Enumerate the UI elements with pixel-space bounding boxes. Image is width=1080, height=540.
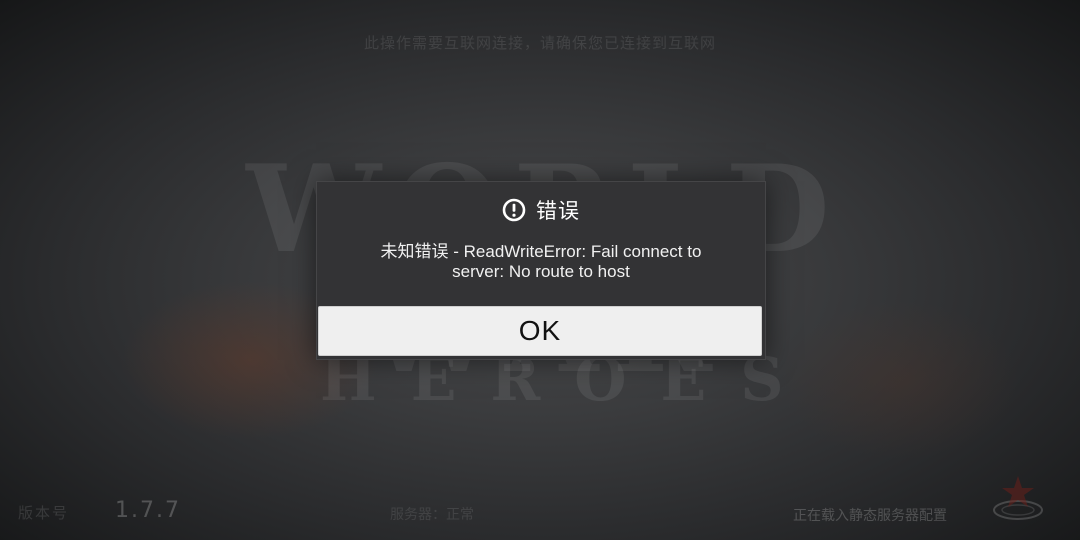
dialog-title: 错误 (536, 199, 580, 223)
loading-status-text: 正在载入静态服务器配置 (793, 508, 947, 524)
exclamation-circle-icon (502, 198, 526, 222)
connection-notice: 此操作需要互联网连接，请确保您已连接到互联网 (363, 34, 716, 52)
dialog-message-line2: server: No route to host (452, 262, 630, 281)
dialog-message: 未知错误 - ReadWriteError: Fail connect to s… (337, 242, 745, 282)
loading-emblem-icon (993, 476, 1043, 520)
error-dialog: 错误 未知错误 - ReadWriteError: Fail connect t… (316, 181, 766, 360)
server-status-text: 服务器：正常 (390, 507, 474, 523)
version-number: 1.7.7 (115, 498, 181, 523)
dialog-header: 错误 (317, 190, 765, 230)
dialog-message-line1: 未知错误 - ReadWriteError: Fail connect to (380, 242, 702, 261)
version-label: 版本号 (18, 504, 70, 522)
ok-button[interactable]: OK (318, 306, 762, 356)
